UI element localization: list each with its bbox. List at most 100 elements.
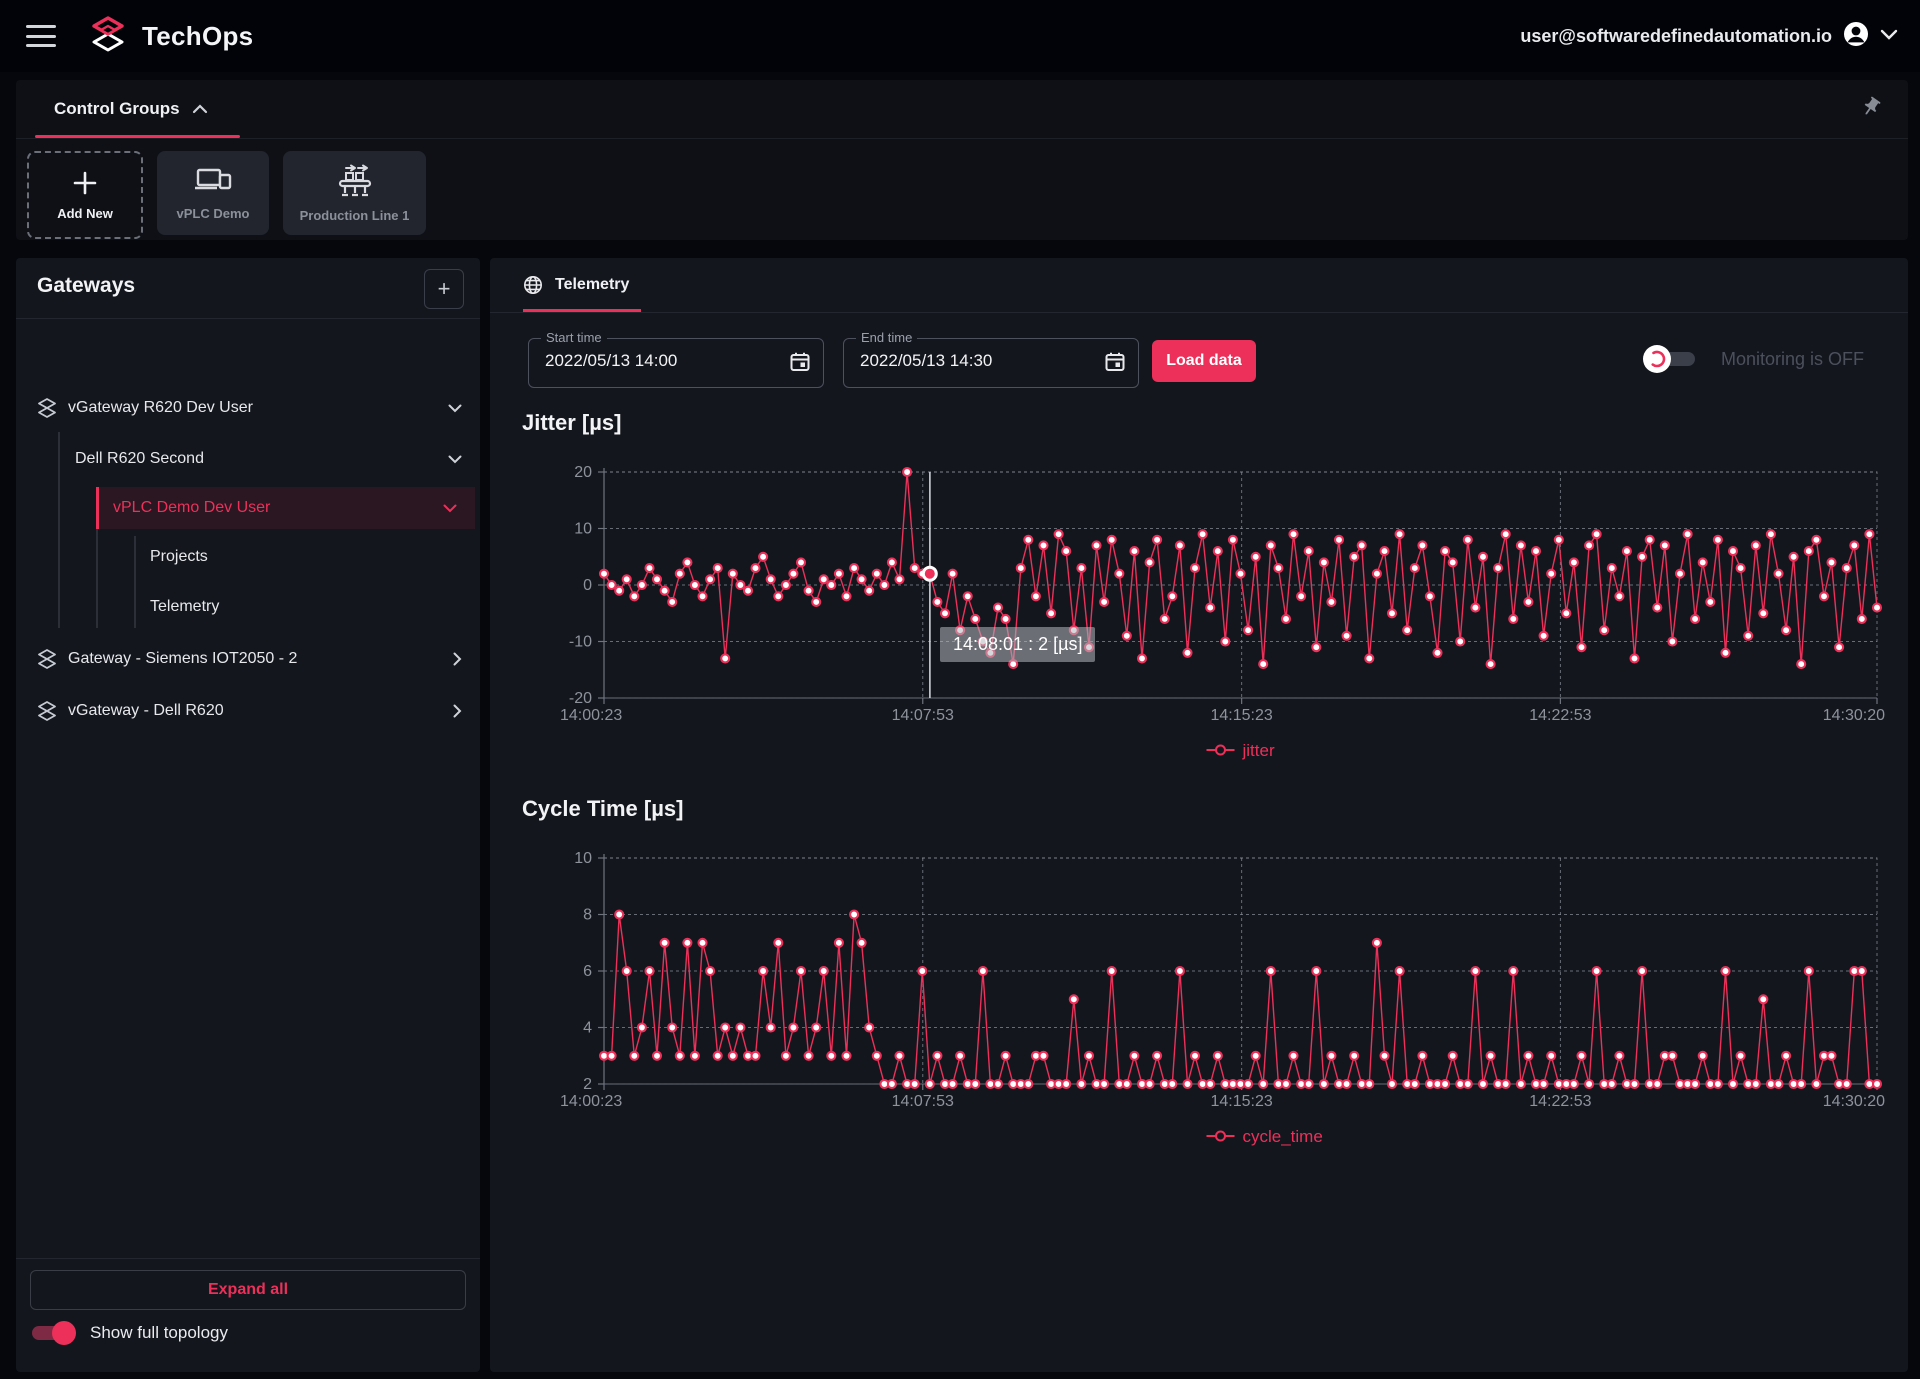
jitter-chart[interactable]: 20 10 0 -10 -2014:00:23 14:07:53 14:15:23 14:22… bbox=[490, 462, 1908, 762]
active-tab-indicator bbox=[35, 135, 240, 138]
show-full-topology-toggle[interactable] bbox=[30, 1320, 76, 1346]
tree-item-gateway-siemens-iot2050-2[interactable]: Gateway - Siemens IOT2050 - 2 bbox=[16, 638, 480, 680]
load-data-button[interactable]: Load data bbox=[1152, 340, 1256, 382]
end-time-field[interactable]: End time 2022/05/13 14:30 bbox=[843, 338, 1139, 388]
layers-icon bbox=[36, 648, 58, 670]
card-label: Add New bbox=[57, 206, 113, 221]
app-root: TechOps user@softwaredefinedautomation.i… bbox=[0, 0, 1920, 1379]
tab-telemetry-label: Telemetry bbox=[555, 276, 629, 294]
topology-toggle-label: Show full topology bbox=[90, 1323, 228, 1343]
tree-item-vgateway-dell-r620[interactable]: vGateway - Dell R620 bbox=[16, 690, 480, 732]
tree-item-label: vPLC Demo Dev User bbox=[113, 499, 270, 517]
cycle-time-chart[interactable]: 10 8 6 4 214:00:23 14:07:53 14:15:23 14:22:53 14… bbox=[490, 848, 1908, 1148]
svg-text:14:07:53: 14:07:53 bbox=[892, 707, 954, 724]
control-groups-tab-bar: Control Groups bbox=[16, 80, 1908, 139]
end-time-value: 2022/05/13 14:30 bbox=[860, 351, 992, 371]
tree-item-label: vGateway R620 Dev User bbox=[68, 399, 253, 417]
tab-telemetry[interactable]: Telemetry bbox=[523, 258, 629, 312]
svg-text:2: 2 bbox=[583, 1076, 592, 1093]
chevron-down-icon bbox=[448, 404, 462, 413]
production-line-card[interactable]: Production Line 1 bbox=[283, 151, 426, 235]
chevron-down-icon bbox=[448, 455, 462, 464]
telemetry-controls: Start time 2022/05/13 14:00 End time 202… bbox=[490, 338, 1908, 398]
toggle-thumb-spinner bbox=[1643, 345, 1671, 373]
cycle-time-chart-title: Cycle Time [µs] bbox=[522, 796, 683, 822]
plus-icon: + bbox=[438, 276, 451, 302]
svg-text:6: 6 bbox=[583, 963, 592, 980]
svg-text:0: 0 bbox=[583, 577, 592, 594]
control-group-cards: Add New vPLC Demo bbox=[16, 139, 1908, 239]
svg-text:14:30:20: 14:30:20 bbox=[1823, 1093, 1885, 1110]
monitoring-toggle[interactable] bbox=[1643, 344, 1699, 374]
monitoring-row: Monitoring is OFF bbox=[1643, 344, 1864, 374]
sidebar-footer-divider bbox=[16, 1258, 480, 1259]
chart-tooltip: 14:08:01 : 2 [µs] bbox=[940, 627, 1095, 662]
calendar-icon[interactable] bbox=[1104, 351, 1126, 378]
layers-icon bbox=[36, 700, 58, 722]
chevron-right-icon bbox=[453, 704, 462, 718]
monitoring-status-label: Monitoring is OFF bbox=[1721, 349, 1864, 370]
tree-item-label: Dell R620 Second bbox=[75, 450, 204, 468]
expand-all-button[interactable]: Expand all bbox=[30, 1270, 466, 1310]
card-label: Production Line 1 bbox=[300, 208, 410, 223]
chevron-down-icon bbox=[443, 504, 457, 513]
gateways-header: Gateways + bbox=[16, 258, 480, 319]
topology-toggle-row: Show full topology bbox=[30, 1320, 228, 1346]
svg-text:4: 4 bbox=[583, 1020, 592, 1037]
tab-control-groups[interactable]: Control Groups bbox=[16, 80, 230, 138]
vplc-demo-card[interactable]: vPLC Demo bbox=[157, 151, 269, 235]
brand-logo-icon bbox=[86, 12, 130, 61]
svg-text:14:22:53: 14:22:53 bbox=[1529, 1093, 1591, 1110]
pin-icon[interactable] bbox=[1860, 96, 1882, 123]
globe-icon bbox=[523, 275, 543, 295]
layers-icon bbox=[36, 397, 58, 419]
end-time-label: End time bbox=[856, 330, 917, 345]
svg-text:14:15:23: 14:15:23 bbox=[1211, 1093, 1273, 1110]
tree-item-label: Gateway - Siemens IOT2050 - 2 bbox=[68, 650, 297, 668]
control-groups-strip: Control Groups Add New vPLC Demo bbox=[16, 80, 1908, 240]
toggle-thumb bbox=[52, 1321, 76, 1345]
devices-icon bbox=[193, 166, 233, 196]
add-gateway-button[interactable]: + bbox=[424, 269, 464, 309]
plus-icon bbox=[72, 170, 98, 196]
add-new-card[interactable]: Add New bbox=[27, 151, 143, 239]
telemetry-tab-bar: Telemetry bbox=[490, 258, 1908, 313]
cycle-time-chart-block: Cycle Time [µs] 10 8 6 4 214:00:23 14:07:53 14… bbox=[490, 796, 1908, 1156]
gateways-panel: Gateways + vGateway R620 Dev User Dell R… bbox=[16, 258, 480, 1372]
tree-item-vgateway-r620-dev-user[interactable]: vGateway R620 Dev User bbox=[16, 387, 480, 429]
tab-control-groups-label: Control Groups bbox=[54, 99, 180, 119]
account-menu-chevron-icon[interactable] bbox=[1880, 27, 1898, 45]
svg-text:10: 10 bbox=[574, 521, 592, 538]
svg-text:14:00:23: 14:00:23 bbox=[560, 1093, 622, 1110]
tree-item-projects[interactable]: Projects bbox=[16, 536, 480, 578]
active-tab-indicator bbox=[523, 309, 641, 312]
svg-text:-10: -10 bbox=[569, 634, 592, 651]
start-time-field[interactable]: Start time 2022/05/13 14:00 bbox=[528, 338, 824, 388]
account-icon[interactable] bbox=[1842, 20, 1870, 53]
menu-icon[interactable] bbox=[26, 25, 56, 47]
svg-text:14:15:23: 14:15:23 bbox=[1211, 707, 1273, 724]
jitter-chart-title: Jitter [µs] bbox=[522, 410, 621, 436]
conveyor-icon bbox=[332, 164, 378, 198]
gateways-title: Gateways bbox=[37, 274, 135, 298]
tree-item-label: Telemetry bbox=[150, 598, 219, 616]
svg-text:jitter: jitter bbox=[1242, 741, 1275, 760]
svg-text:14:22:53: 14:22:53 bbox=[1529, 707, 1591, 724]
svg-text:-20: -20 bbox=[569, 690, 592, 707]
tree-item-telemetry[interactable]: Telemetry bbox=[16, 586, 480, 628]
svg-text:14:00:23: 14:00:23 bbox=[560, 707, 622, 724]
start-time-value: 2022/05/13 14:00 bbox=[545, 351, 677, 371]
svg-text:14:07:53: 14:07:53 bbox=[892, 1093, 954, 1110]
tree-item-dell-r620-second[interactable]: Dell R620 Second bbox=[16, 438, 480, 480]
chevron-right-icon bbox=[453, 652, 462, 666]
card-label: vPLC Demo bbox=[177, 206, 250, 221]
tree-item-label: vGateway - Dell R620 bbox=[68, 702, 224, 720]
tree-item-vplc-demo-dev-user[interactable]: vPLC Demo Dev User bbox=[96, 487, 475, 529]
svg-text:8: 8 bbox=[583, 907, 592, 924]
tree-item-label: Projects bbox=[150, 548, 208, 566]
user-email: user@softwaredefinedautomation.io bbox=[1520, 26, 1832, 47]
calendar-icon[interactable] bbox=[789, 351, 811, 378]
svg-text:20: 20 bbox=[574, 464, 592, 481]
start-time-label: Start time bbox=[541, 330, 607, 345]
svg-text:10: 10 bbox=[574, 850, 592, 867]
